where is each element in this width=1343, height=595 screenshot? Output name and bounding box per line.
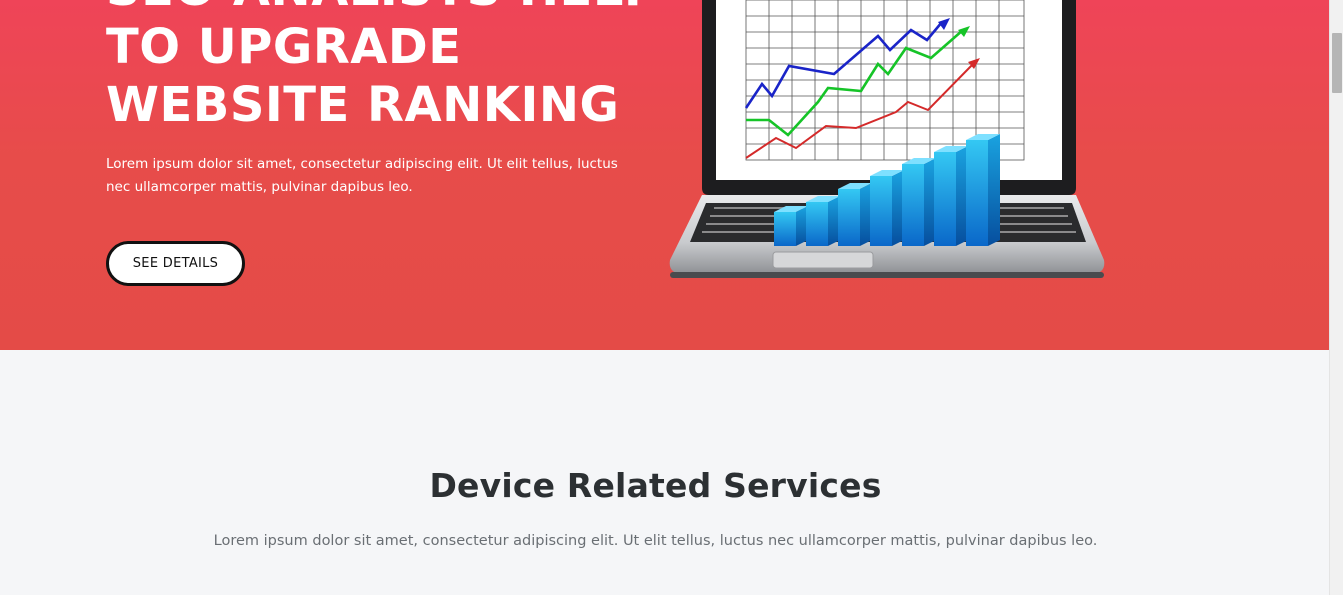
hero-title-line-1: SEO ANALISTS HELP [106, 0, 666, 18]
hero-title-line-3: WEBSITE RANKING [106, 77, 620, 133]
see-details-button[interactable]: SEE DETAILS [106, 241, 245, 286]
vertical-scrollbar[interactable] [1329, 0, 1343, 595]
laptop-chart-icon [669, 0, 1105, 278]
services-title: Device Related Services [429, 466, 882, 505]
page: SEO ANALISTS HELP TO UPGRADE WEBSITE RAN… [0, 0, 1329, 595]
scrollbar-thumb[interactable] [1332, 33, 1342, 93]
hero-title: SEO ANALISTS HELP TO UPGRADE WEBSITE RAN… [106, 0, 666, 134]
hero-section: SEO ANALISTS HELP TO UPGRADE WEBSITE RAN… [0, 0, 1329, 350]
hero-title-line-2: TO UPGRADE [106, 19, 462, 75]
services-section: Device Related Services Lorem ipsum dolo… [0, 350, 1329, 595]
hero-description: Lorem ipsum dolor sit amet, consectetur … [106, 156, 618, 195]
services-description: Lorem ipsum dolor sit amet, consectetur … [213, 533, 1098, 549]
